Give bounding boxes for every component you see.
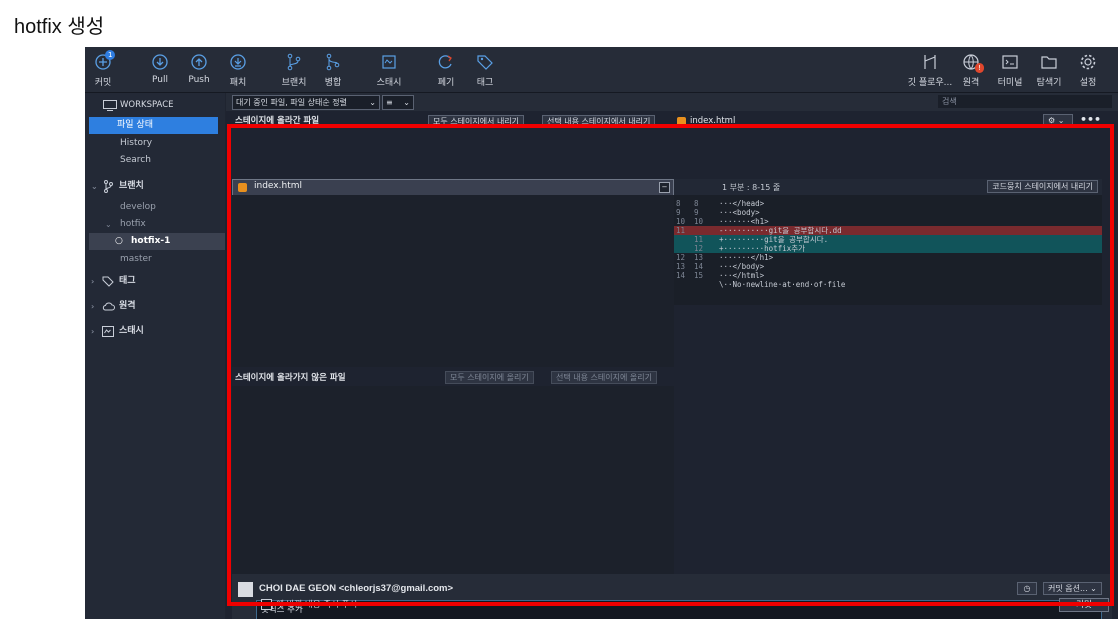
sidebar-item-file-status[interactable]: 파일 상태: [89, 117, 218, 134]
develop-label: develop: [120, 202, 156, 212]
explorer-label: 탐색기: [1036, 78, 1062, 88]
remotes-label: 원격: [119, 301, 136, 311]
sidebar-item-search[interactable]: Search: [85, 152, 225, 169]
search-input[interactable]: 검색: [938, 95, 1112, 108]
remote-warning-badge: !: [975, 63, 984, 73]
stash-button[interactable]: 스태시: [369, 53, 409, 88]
sidebar-section-branches[interactable]: ⌄ 브랜치: [85, 178, 225, 195]
tag-button[interactable]: 태그: [465, 53, 505, 88]
toolbar: 1 커밋 Pull Push 패치 브랜치 병합 스태시 폐기 태그 깃 플로우…: [85, 47, 1118, 93]
sidebar-folder-hotfix[interactable]: ⌄ hotfix: [85, 216, 225, 233]
commit-button[interactable]: 1 커밋: [85, 50, 123, 88]
branch-icon: [287, 53, 301, 71]
filter-value: 대기 중인 파일, 파일 상태순 정렬: [236, 98, 347, 107]
terminal-icon: [1002, 55, 1018, 69]
chevron-down-icon: ⌄: [403, 98, 410, 107]
sidebar-workspace[interactable]: WORKSPACE: [85, 97, 225, 114]
gitflow-icon: [924, 55, 936, 69]
terminal-button[interactable]: 터미널: [990, 53, 1030, 88]
gear-icon: [1080, 54, 1096, 70]
sidebar-branch-hotfix-1[interactable]: ○ hotfix-1: [89, 233, 225, 250]
chevron-right-icon: ›: [91, 302, 95, 311]
sidebar-item-history[interactable]: History: [85, 135, 225, 152]
merge-button[interactable]: 병합: [313, 53, 353, 88]
explorer-button[interactable]: 탐색기: [1029, 53, 1069, 88]
branch-label: 브랜치: [281, 78, 307, 88]
branch-icon: [104, 180, 113, 193]
chevron-right-icon: ›: [91, 277, 95, 286]
branches-label: 브랜치: [119, 181, 144, 191]
remote-button[interactable]: ! 원격: [951, 53, 991, 88]
branch-button[interactable]: 브랜치: [274, 53, 314, 88]
tag-label: 태그: [476, 78, 494, 88]
history-label: History: [120, 138, 153, 148]
pull-arrow-icon: [152, 54, 168, 70]
discard-label: 폐기: [437, 78, 455, 88]
highlight-box: [227, 124, 1114, 606]
remote-label: 원격: [962, 78, 980, 88]
sidebar-section-remotes[interactable]: › 원격: [85, 298, 225, 315]
pull-button[interactable]: Pull: [140, 53, 180, 85]
filter-bar: 대기 중인 파일, 파일 상태순 정렬 ⌄ ≡ ⌄ 검색: [226, 93, 1118, 111]
sidebar: WORKSPACE 파일 상태 History Search ⌄ 브랜치 dev…: [85, 93, 225, 619]
workspace-label: WORKSPACE: [120, 100, 174, 110]
commit-label: 커밋: [94, 78, 112, 88]
file-filter-select[interactable]: 대기 중인 파일, 파일 상태순 정렬 ⌄: [232, 95, 380, 110]
folder-icon: [1041, 56, 1057, 69]
stash-icon: [102, 326, 114, 337]
view-mode-select[interactable]: ≡ ⌄: [382, 95, 414, 110]
search-label: Search: [120, 155, 151, 165]
document-heading: hotfix 생성: [14, 16, 105, 38]
merge-icon: [326, 53, 340, 71]
pull-label: Pull: [152, 75, 168, 85]
sidebar-section-stashes[interactable]: › 스태시: [85, 323, 225, 340]
monitor-icon: [103, 100, 117, 111]
tag-icon: [477, 55, 493, 70]
commit-badge: 1: [105, 50, 116, 60]
settings-button[interactable]: 설정: [1068, 53, 1108, 88]
gitflow-label: 깃 플로우...: [907, 78, 953, 88]
chevron-down-icon: ⌄: [369, 98, 376, 107]
push-arrow-icon: [191, 54, 207, 70]
hotfix-1-label: hotfix-1: [131, 236, 171, 246]
stashes-label: 스태시: [119, 326, 144, 336]
fetch-label: 패치: [229, 78, 247, 88]
sidebar-branch-develop[interactable]: develop: [85, 199, 225, 216]
settings-label: 설정: [1079, 78, 1097, 88]
file-status-label: 파일 상태: [117, 120, 153, 130]
gitflow-button[interactable]: 깃 플로우...: [906, 53, 954, 88]
hotfix-folder-label: hotfix: [120, 219, 146, 229]
list-icon: ≡: [386, 98, 393, 107]
sidebar-branch-master[interactable]: master: [85, 251, 225, 268]
sidebar-section-tags[interactable]: › 태그: [85, 273, 225, 290]
discard-undo-icon: [438, 55, 452, 69]
merge-label: 병합: [324, 78, 342, 88]
current-branch-icon: ○: [115, 236, 123, 246]
fetch-icon: [230, 54, 246, 70]
push-button[interactable]: Push: [179, 53, 219, 85]
discard-button[interactable]: 폐기: [426, 53, 466, 88]
tags-label: 태그: [119, 276, 136, 286]
chevron-right-icon: ›: [91, 327, 95, 336]
fetch-button[interactable]: 패치: [218, 53, 258, 88]
master-label: master: [120, 254, 152, 264]
terminal-label: 터미널: [997, 78, 1023, 88]
cloud-icon: [102, 302, 115, 311]
stash-icon: [382, 55, 396, 69]
chevron-down-icon: ⌄: [105, 220, 112, 229]
tag-icon: [102, 276, 114, 287]
push-label: Push: [188, 75, 210, 85]
stash-label: 스태시: [376, 78, 402, 88]
chevron-down-icon: ⌄: [91, 182, 98, 191]
